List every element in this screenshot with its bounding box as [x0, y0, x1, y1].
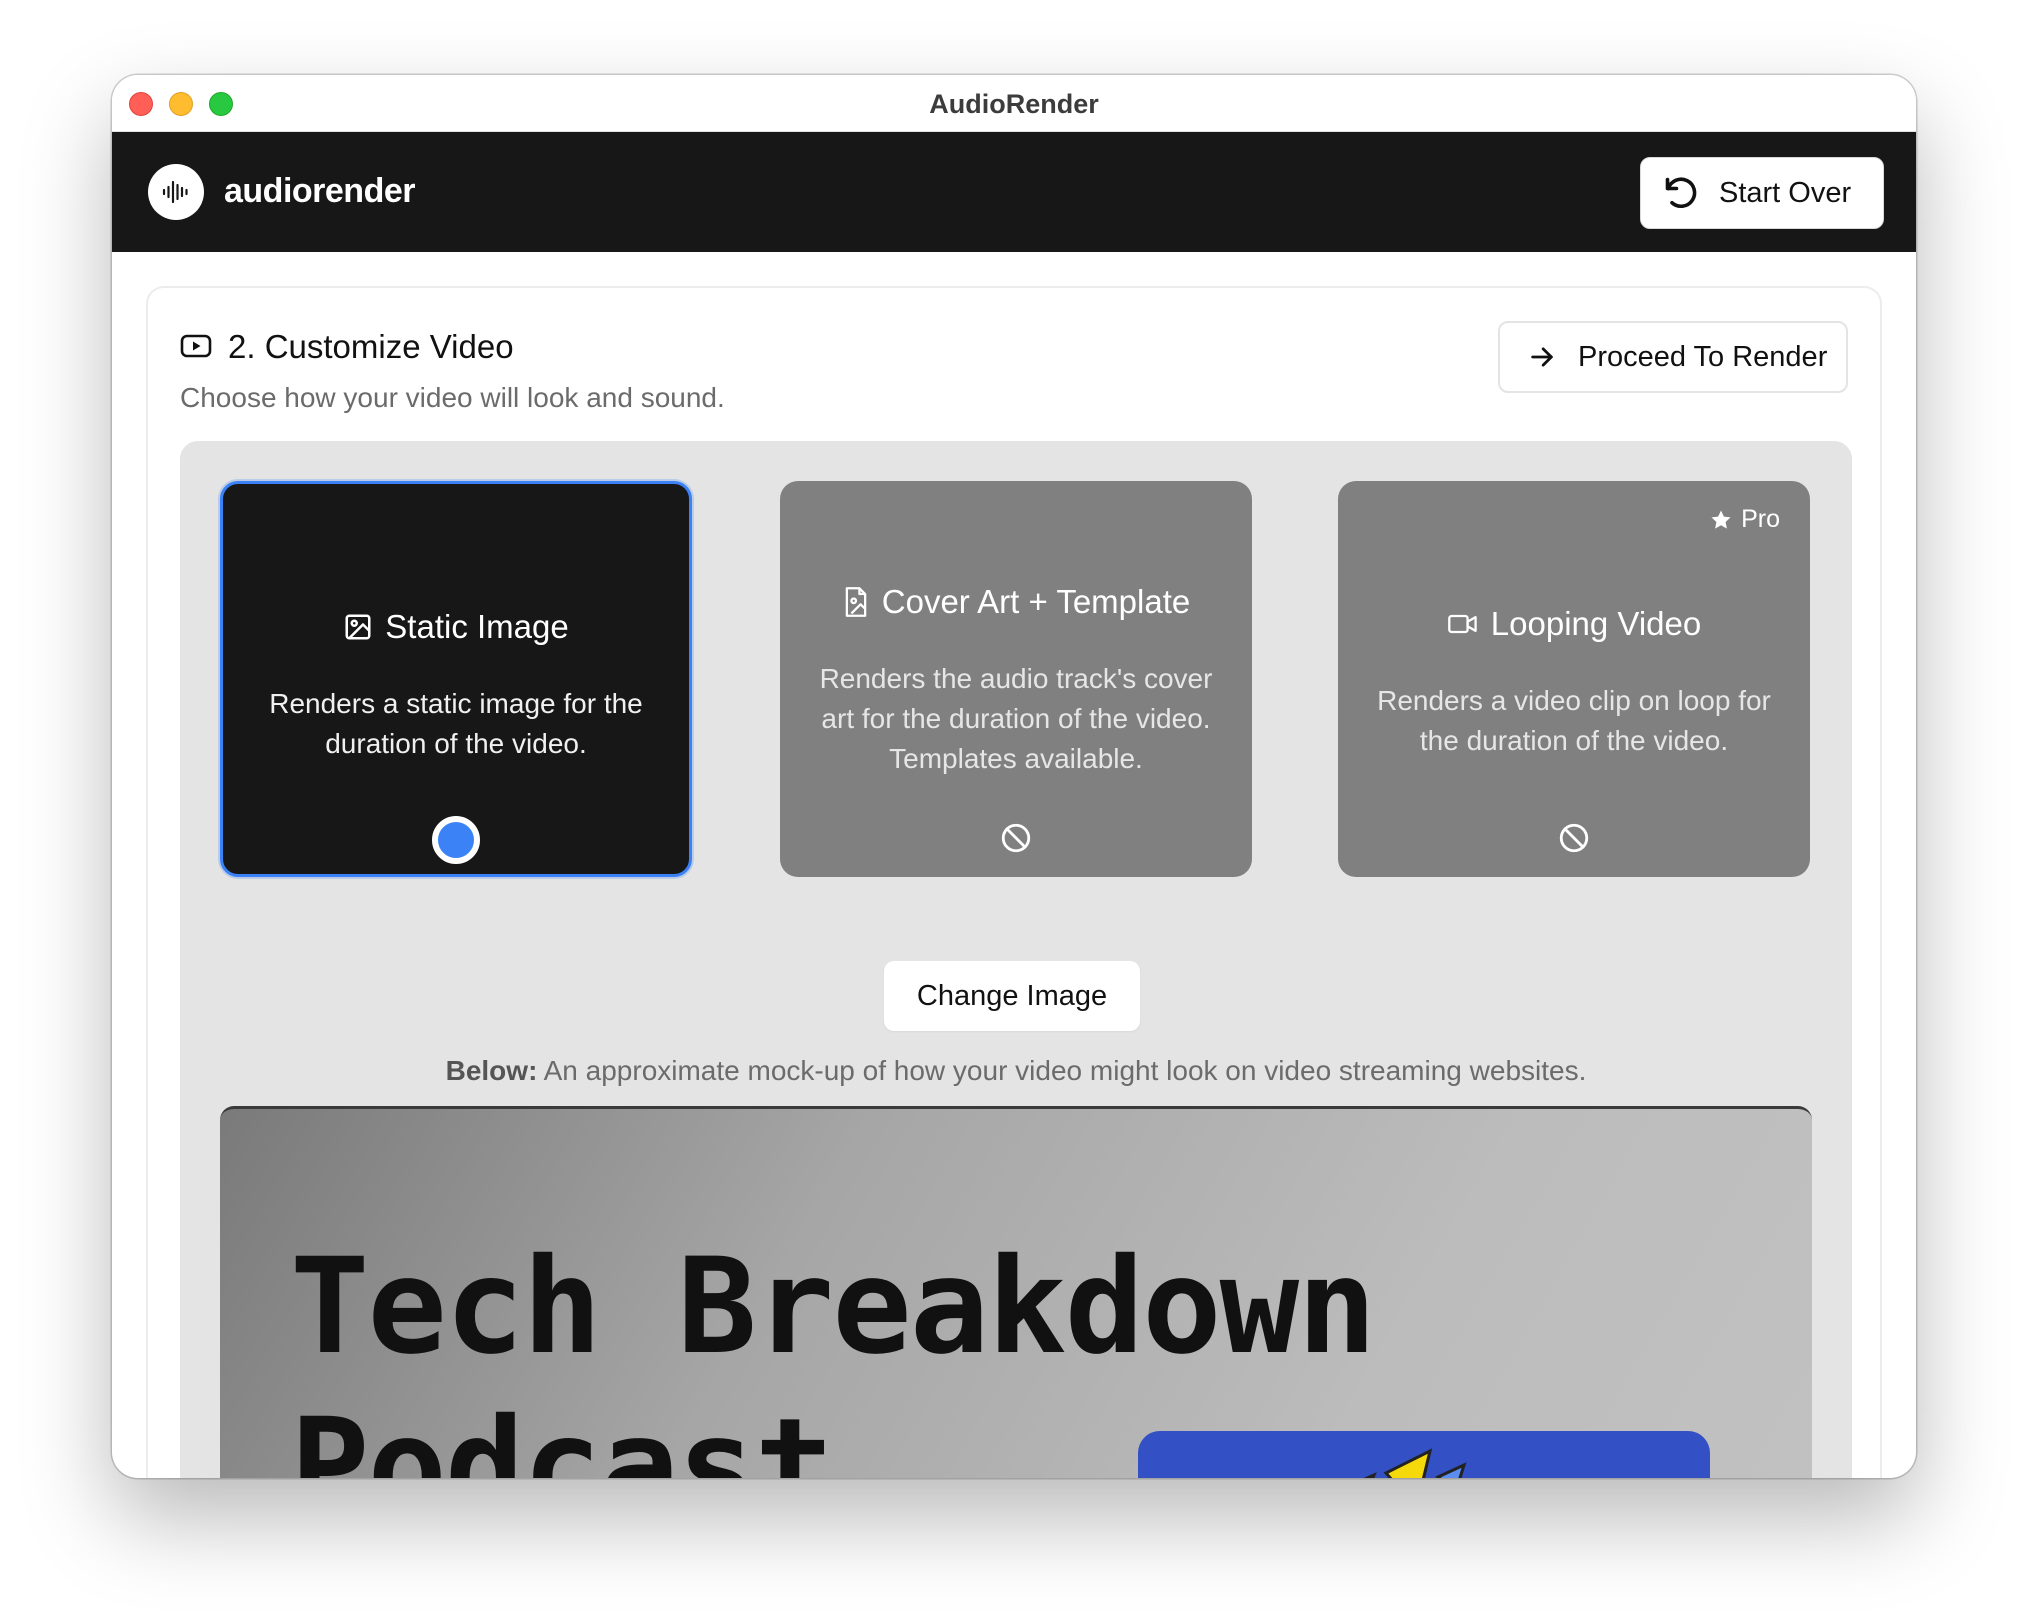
section-title: 2. Customize Video: [228, 328, 514, 365]
preview-note: Below: An approximate mock-up of how you…: [180, 1055, 1852, 1087]
image-icon: [345, 614, 371, 640]
window-titlebar: AudioRender: [112, 75, 1916, 132]
preview-cover-art: [1138, 1431, 1710, 1478]
option-static-image[interactable]: Static Image Renders a static image for …: [220, 481, 692, 877]
option-description: Renders a video clip on loop for the dur…: [1377, 685, 1771, 756]
options-panel: Static Image Renders a static image for …: [180, 441, 1852, 1478]
proceed-label: Proceed To Render: [1578, 340, 1828, 373]
undo-icon: [1665, 177, 1697, 209]
option-description: Renders the audio track's cover art for …: [819, 663, 1213, 774]
option-title: Static Image: [385, 608, 569, 645]
cover-art-illustration-icon: [1363, 1448, 1467, 1478]
option-title-row: Static Image: [223, 608, 689, 646]
start-over-label: Start Over: [1719, 176, 1852, 209]
brand-name: audiorender: [224, 172, 415, 210]
arrow-right-icon: [1531, 347, 1553, 367]
logo: [148, 164, 204, 220]
unavailable-icon: [1001, 823, 1031, 853]
preview-note-text: An approximate mock-up of how your video…: [537, 1055, 1587, 1086]
app-header: audiorender Start Over: [112, 132, 1916, 252]
option-title-row: Cover Art + Template: [780, 583, 1252, 621]
waveform-icon: [162, 180, 188, 204]
section-subtitle: Choose how your video will look and soun…: [180, 382, 725, 413]
video-preview-mockup: Tech Breakdown Podcast: [220, 1106, 1812, 1478]
customize-video-card: 2. Customize Video Choose how your video…: [146, 286, 1882, 1478]
pro-badge: Pro: [1709, 505, 1780, 534]
unavailable-icon: [1559, 823, 1589, 853]
star-icon: [1711, 510, 1731, 529]
option-title: Cover Art + Template: [881, 583, 1191, 620]
proceed-to-render-button[interactable]: Proceed To Render: [1498, 321, 1848, 393]
desktop: AudioRender audiorender Start Over 2. Cu…: [0, 0, 2024, 1624]
preview-note-bold: Below:: [445, 1055, 538, 1086]
option-description: Renders a static image for the duration …: [269, 688, 643, 759]
option-title: Looping Video: [1490, 605, 1702, 642]
video-camera-icon: [1447, 614, 1477, 634]
video-icon: [180, 334, 212, 358]
pro-badge-label: Pro: [1741, 505, 1780, 533]
change-image-button[interactable]: Change Image: [884, 961, 1140, 1031]
option-title-row: Looping Video: [1338, 605, 1810, 643]
app-window: AudioRender audiorender Start Over 2. Cu…: [112, 75, 1916, 1478]
option-looping-video[interactable]: Pro Looping Video Renders a video clip o…: [1338, 481, 1810, 877]
file-image-icon: [845, 587, 867, 617]
selected-radio-indicator[interactable]: [432, 816, 480, 864]
window-title: AudioRender: [929, 89, 1099, 119]
start-over-button[interactable]: Start Over: [1640, 157, 1884, 229]
option-cover-art-template[interactable]: Cover Art + Template Renders the audio t…: [780, 481, 1252, 877]
